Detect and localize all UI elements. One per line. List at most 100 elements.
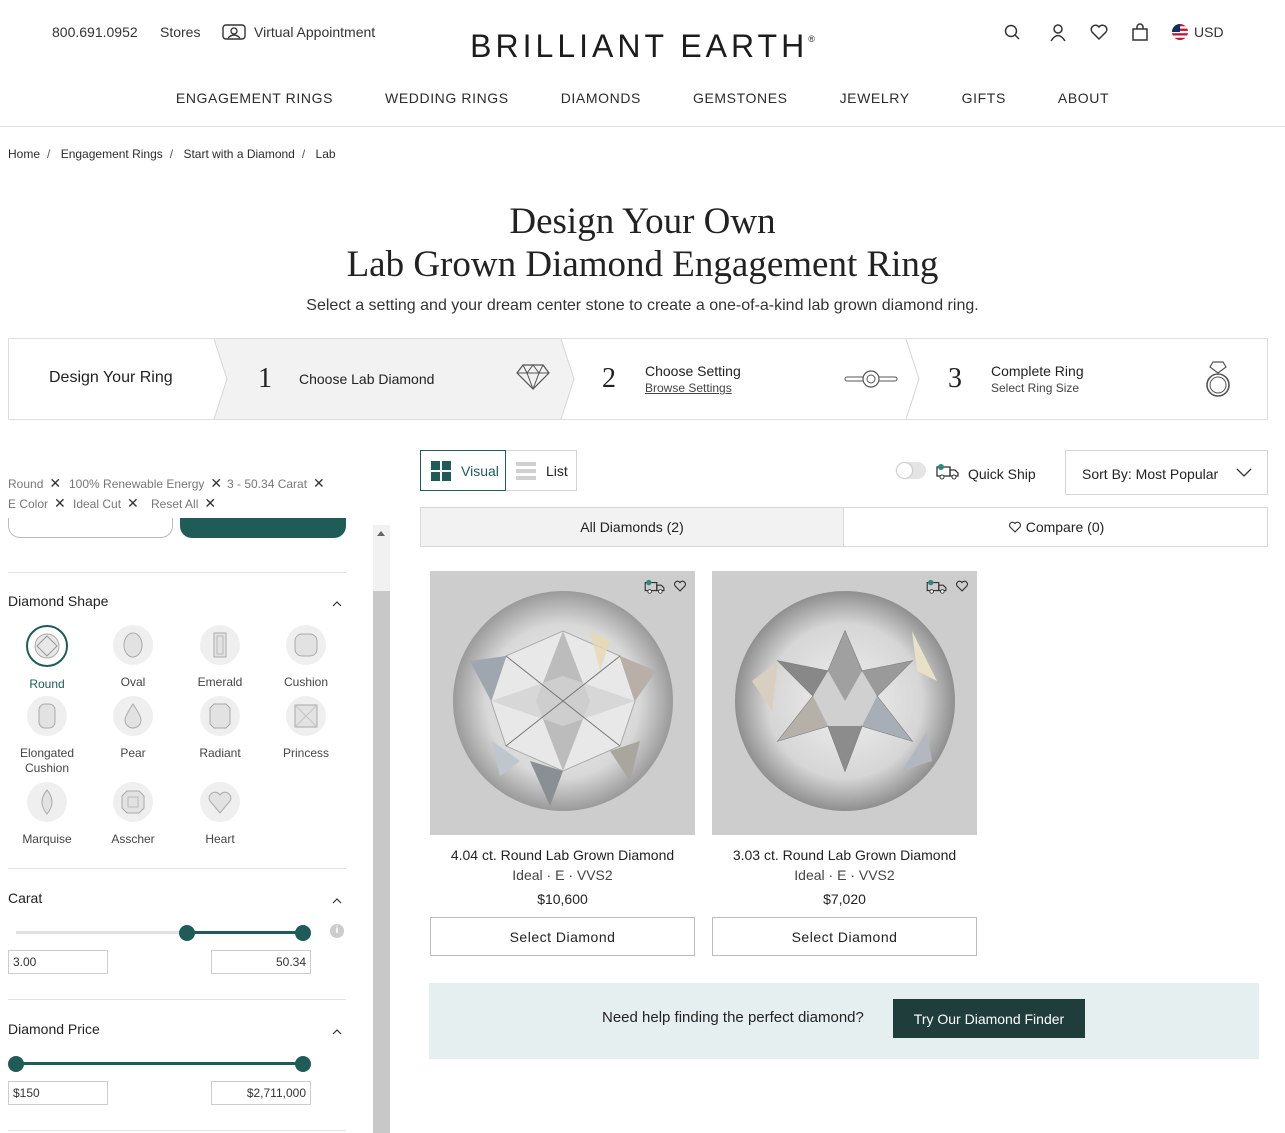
us-flag-icon	[1172, 24, 1188, 40]
filter-chip-e-color[interactable]: E Color ✕	[8, 495, 66, 512]
currency-selector[interactable]: USD	[1194, 24, 1224, 40]
quick-ship-toggle[interactable]	[896, 462, 926, 479]
browse-settings-link[interactable]: Browse Settings	[645, 381, 732, 395]
shape-emerald[interactable]: Emerald	[177, 625, 263, 690]
shape-elongated-cushion[interactable]: Elongated Cushion	[4, 696, 90, 776]
filter-secondary-button[interactable]	[8, 518, 173, 538]
tab-compare[interactable]: Compare (0)	[845, 508, 1267, 546]
help-text: Need help finding the perfect diamond?	[602, 1009, 864, 1026]
tab-all-diamonds[interactable]: All Diamonds (2)	[421, 508, 844, 546]
breadcrumb-start-with-diamond[interactable]: Start with a Diamond	[183, 147, 294, 161]
close-icon: ✕	[210, 475, 223, 491]
diamond-shape-title: Diamond Shape	[8, 593, 109, 609]
diamond-image[interactable]	[712, 571, 977, 835]
step-1-title: Choose Lab Diamond	[299, 371, 435, 387]
price-slider-range[interactable]	[16, 1062, 303, 1065]
heart-icon[interactable]	[673, 579, 687, 598]
close-icon: ✕	[54, 495, 66, 511]
quick-ship-label: Quick Ship	[968, 466, 1036, 482]
breadcrumb: Home / Engagement Rings / Start with a Dia…	[8, 147, 336, 161]
chevron-down-icon	[1236, 465, 1252, 483]
results-tabs: All Diamonds (2) Compare (0)	[420, 507, 1268, 547]
chevron-up-icon[interactable]	[332, 893, 342, 904]
close-icon: ✕	[49, 475, 62, 491]
filter-chip-renewable-energy[interactable]: 100% Renewable Energy ✕	[69, 475, 222, 492]
bag-icon[interactable]	[1130, 22, 1150, 42]
search-icon[interactable]	[1002, 22, 1022, 42]
breadcrumb-home[interactable]: Home	[8, 147, 40, 161]
shape-asscher[interactable]: Asscher	[90, 782, 176, 847]
divider	[8, 868, 346, 869]
shape-pear[interactable]: Pear	[90, 696, 176, 761]
step-complete-ring[interactable]: 3 Complete Ring Select Ring Size	[919, 339, 1267, 419]
breadcrumb-engagement-rings[interactable]: Engagement Rings	[61, 147, 163, 161]
shape-princess[interactable]: Princess	[263, 696, 349, 761]
select-diamond-button[interactable]: Select Diamond	[430, 917, 695, 956]
main-nav: ENGAGEMENT RINGS WEDDING RINGS DIAMONDS …	[0, 90, 1285, 106]
ring-builder-steps: Design Your Ring 1 Choose Lab Diamond 2 …	[8, 338, 1268, 420]
nav-gifts[interactable]: GIFTS	[962, 90, 1006, 106]
diamond-price: $10,600	[537, 891, 588, 907]
carat-max-handle[interactable]	[295, 925, 311, 941]
diamond-icon	[515, 363, 551, 396]
price-min-input[interactable]: $150	[8, 1081, 108, 1105]
divider	[8, 572, 346, 573]
nav-wedding-rings[interactable]: WEDDING RINGS	[385, 90, 509, 106]
filter-chip-carat[interactable]: 3 - 50.34 Carat ✕	[227, 475, 325, 492]
diamond-name[interactable]: 3.03 ct. Round Lab Grown Diamond	[712, 847, 977, 863]
account-icon[interactable]	[1048, 22, 1068, 42]
design-your-ring-label: Design Your Ring	[49, 369, 173, 386]
select-diamond-button[interactable]: Select Diamond	[712, 917, 977, 956]
diamond-finder-banner: Need help finding the perfect diamond? T…	[429, 983, 1259, 1059]
heart-icon[interactable]	[1089, 22, 1109, 42]
diamond-finder-button[interactable]: Try Our Diamond Finder	[893, 999, 1085, 1038]
carat-min-input[interactable]: 3.00	[8, 950, 108, 974]
close-icon: ✕	[127, 495, 139, 511]
nav-gemstones[interactable]: GEMSTONES	[693, 90, 788, 106]
diamond-name[interactable]: 4.04 ct. Round Lab Grown Diamond	[430, 847, 695, 863]
nav-about[interactable]: ABOUT	[1058, 90, 1109, 106]
quick-ship-truck-icon	[644, 579, 666, 600]
page-title-line1: Design Your Own	[509, 201, 776, 242]
list-view-button[interactable]: List	[506, 450, 577, 491]
filter-chip-round[interactable]: Round ✕	[8, 475, 61, 492]
price-max-handle[interactable]	[295, 1056, 311, 1072]
shape-heart[interactable]: Heart	[177, 782, 263, 847]
filter-chip-ideal-cut[interactable]: Ideal Cut ✕	[73, 495, 139, 512]
heart-icon[interactable]	[955, 579, 969, 598]
scroll-up-arrow-icon[interactable]	[377, 531, 385, 536]
carat-max-input[interactable]: 50.34	[211, 950, 311, 974]
price-min-handle[interactable]	[8, 1056, 24, 1072]
diamond-image[interactable]	[430, 571, 695, 835]
nav-jewelry[interactable]: JEWELRY	[840, 90, 910, 106]
heart-icon	[1008, 521, 1021, 533]
price-max-input[interactable]: $2,711,000	[211, 1081, 311, 1105]
carat-min-handle[interactable]	[179, 925, 195, 941]
shape-oval[interactable]: Oval	[90, 625, 176, 690]
chevron-up-icon[interactable]	[332, 1024, 342, 1035]
diamond-card[interactable]: 4.04 ct. Round Lab Grown Diamond Ideal ·…	[430, 571, 695, 956]
diamond-card[interactable]: 3.03 ct. Round Lab Grown Diamond Ideal ·…	[712, 571, 977, 956]
sidebar-scrollbar[interactable]	[373, 525, 390, 1133]
visual-view-button[interactable]: Visual	[420, 450, 506, 491]
step-1-number: 1	[258, 363, 272, 394]
shape-marquise[interactable]: Marquise	[4, 782, 90, 847]
step-choose-diamond[interactable]: 1 Choose Lab Diamond	[227, 339, 561, 419]
step-choose-setting[interactable]: 2 Choose Setting Browse Settings	[574, 339, 906, 419]
sort-dropdown[interactable]: Sort By: Most Popular	[1065, 450, 1268, 495]
filter-chip-reset-all[interactable]: Reset All ✕	[151, 495, 216, 512]
shape-radiant[interactable]: Radiant	[177, 696, 263, 761]
nav-engagement-rings[interactable]: ENGAGEMENT RINGS	[176, 90, 333, 106]
breadcrumb-lab[interactable]: Lab	[316, 147, 336, 161]
nav-diamonds[interactable]: DIAMONDS	[561, 90, 641, 106]
page-title-line2: Lab Grown Diamond Engagement Ring	[346, 244, 939, 285]
info-icon[interactable]: i	[330, 924, 344, 938]
diamond-spec: Ideal · E · VVS2	[794, 867, 895, 883]
chevron-up-icon[interactable]	[332, 596, 342, 607]
shape-cushion[interactable]: Cushion	[263, 625, 349, 690]
page-subtitle: Select a setting and your dream center s…	[306, 297, 979, 314]
scrollbar-thumb[interactable]	[373, 591, 390, 1133]
filter-primary-button[interactable]	[180, 518, 346, 538]
header-divider	[0, 126, 1285, 127]
shape-round[interactable]: Round	[4, 625, 90, 692]
